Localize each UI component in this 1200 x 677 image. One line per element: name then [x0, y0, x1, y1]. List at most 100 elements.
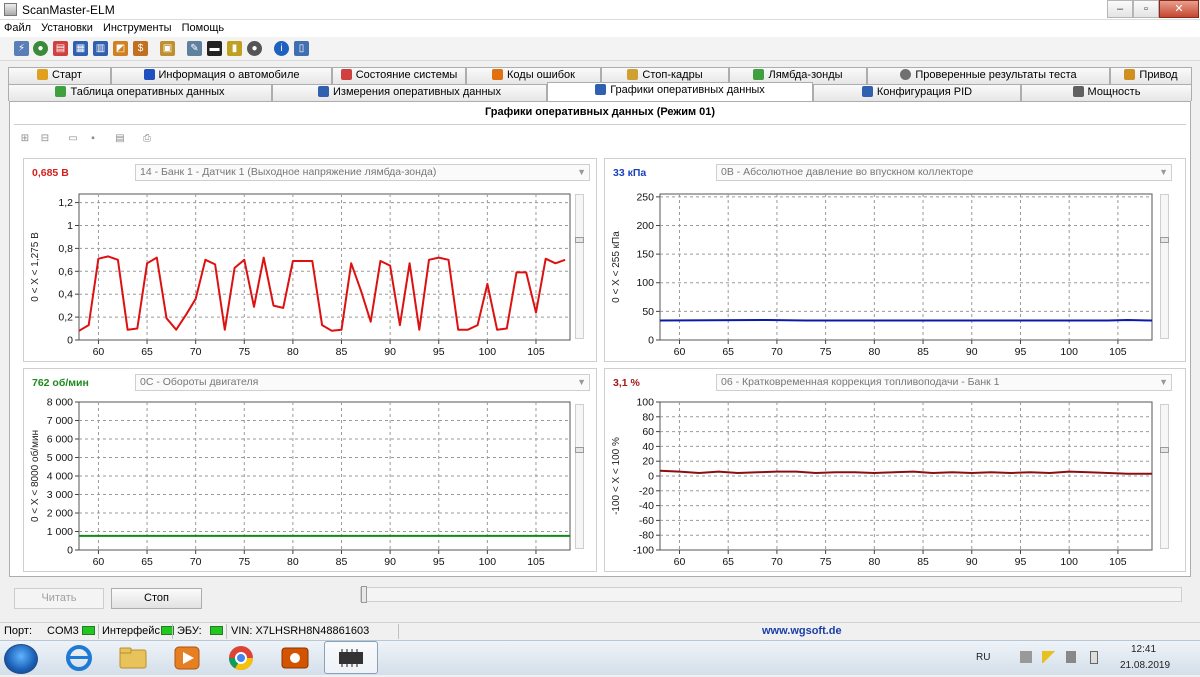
start-button[interactable]: [4, 644, 38, 674]
volume-icon[interactable]: [1066, 651, 1076, 663]
terminal-icon[interactable]: ▬: [207, 41, 222, 56]
x-tick-label: 80: [287, 346, 299, 358]
maximize-button[interactable]: ▫: [1133, 0, 1159, 18]
read-button[interactable]: Читать: [14, 588, 104, 609]
language-indicator[interactable]: RU: [976, 652, 990, 663]
ecu-status: ЭБУ:: [177, 625, 223, 637]
chart-icon[interactable]: ▥: [93, 41, 108, 56]
battery-icon[interactable]: ▮: [227, 41, 242, 56]
x-tick-label: 90: [966, 346, 978, 358]
series-line: [659, 319, 1153, 322]
plot-area: [659, 193, 1153, 341]
taskbar-explorer[interactable]: [106, 641, 160, 674]
taskbar-media[interactable]: [160, 641, 214, 674]
x-tick-label: 80: [287, 556, 299, 568]
internet-explorer-icon: [66, 645, 92, 671]
measure-icon: [318, 86, 330, 97]
tab-vehicle-info[interactable]: Информация о автомобиле: [111, 67, 332, 84]
menu-settings[interactable]: Установки: [37, 20, 96, 34]
network-icon[interactable]: [1020, 651, 1032, 663]
x-tick-label: 65: [141, 346, 153, 358]
taskbar-scanmaster[interactable]: [324, 641, 378, 674]
info-doc-icon[interactable]: ▤: [53, 41, 68, 56]
freeze-frame-icon: [627, 69, 639, 80]
x-tick-label: 70: [190, 346, 202, 358]
slider-thumb[interactable]: [575, 237, 584, 243]
folder-icon: [119, 647, 147, 669]
vertical-slider[interactable]: [575, 404, 584, 549]
range-label: 0 < X < 255 кПа: [611, 231, 622, 303]
vertical-slider[interactable]: [1160, 194, 1169, 339]
vertical-slider[interactable]: [575, 194, 584, 339]
open-icon[interactable]: ▭: [66, 132, 80, 145]
print-icon[interactable]: ⎙: [140, 132, 154, 145]
y-tick-label: 150: [636, 249, 654, 261]
chip-icon: [339, 649, 363, 667]
tab-pid-config[interactable]: Конфигурация PID: [813, 84, 1021, 101]
tab-power[interactable]: Мощность: [1021, 84, 1192, 101]
panel-title: Графики оперативных данных (Режим 01): [484, 106, 716, 118]
x-tick-label: 95: [433, 346, 445, 358]
y-tick-label: 0,4: [58, 289, 73, 301]
vertical-slider[interactable]: [1160, 404, 1169, 549]
add-graph-icon[interactable]: ⊞: [18, 132, 32, 145]
save-icon[interactable]: ▪: [86, 132, 100, 145]
menu-file[interactable]: Файл: [0, 20, 34, 34]
table-icon: [55, 86, 67, 97]
y-tick-label: -20: [639, 485, 654, 497]
about-icon[interactable]: i: [274, 41, 289, 56]
slider-thumb[interactable]: [575, 447, 584, 453]
slider-thumb[interactable]: [1160, 447, 1169, 453]
range-label: 0 < X < 8000 об/мин: [29, 430, 41, 522]
x-tick-label: 70: [771, 346, 783, 358]
y-tick-label: 200: [636, 220, 654, 232]
clock-time: 12:41: [1131, 644, 1157, 655]
menu-bar: Файл Установки Инструменты Помощь: [0, 20, 1200, 37]
connect-icon[interactable]: ⚡: [14, 41, 29, 56]
graph-plot: 8 000 7 000 6 000 5 000 4 000 3 000 2 000 1 000…: [29, 397, 571, 568]
stop-icon[interactable]: ●: [247, 41, 262, 56]
website-link[interactable]: www.wgsoft.de: [762, 625, 842, 637]
tab-live-data-graphs[interactable]: Графики оперативных данных: [547, 82, 813, 101]
horizontal-slider[interactable]: [360, 586, 1182, 603]
dollar-icon[interactable]: $: [133, 41, 148, 56]
taskbar-chrome[interactable]: [214, 641, 268, 674]
tab-live-data-table[interactable]: Таблица оперативных данных: [8, 84, 272, 101]
book-icon[interactable]: ▯: [294, 41, 309, 56]
clipboard-icon[interactable]: ▣: [160, 41, 175, 56]
info-icon: [143, 69, 155, 80]
remove-graph-icon[interactable]: ⊟: [38, 132, 52, 145]
menu-tools[interactable]: Инструменты: [99, 20, 175, 34]
flag-icon[interactable]: [1042, 651, 1056, 663]
y-tick-label: 0: [648, 335, 654, 347]
stop-button[interactable]: Стоп: [111, 588, 202, 609]
taskbar-app[interactable]: [268, 641, 322, 674]
x-tick-label: 75: [238, 556, 250, 568]
y-tick-label: 0,2: [58, 312, 73, 324]
plot-area: [78, 193, 571, 341]
y-tick-label: 2 000: [47, 508, 73, 520]
dashboard-icon[interactable]: ◩: [113, 41, 128, 56]
slider-thumb[interactable]: [361, 586, 367, 603]
taskbar-ie[interactable]: [52, 641, 106, 674]
minimize-button[interactable]: –: [1107, 0, 1133, 18]
close-button[interactable]: ✕: [1159, 0, 1199, 18]
slider-thumb[interactable]: [1160, 237, 1169, 243]
menu-help[interactable]: Помощь: [178, 20, 228, 34]
clock-date: 21.08.2019: [1120, 660, 1171, 671]
y-tick-label: 0,6: [58, 266, 73, 278]
tab-live-data-measurements[interactable]: Измерения оперативных данных: [272, 84, 547, 101]
x-tick-label: 90: [384, 346, 396, 358]
globe-icon[interactable]: ●: [33, 41, 48, 56]
table-icon[interactable]: ▦: [73, 41, 88, 56]
graph-panel-lambda: 0,685 В 14 - Банк 1 - Датчик 1 (Выходное…: [23, 158, 597, 362]
comment-icon[interactable]: ✎: [187, 41, 202, 56]
range-label: -100 < X < 100 %: [611, 437, 622, 515]
tab-drive[interactable]: Привод: [1110, 67, 1192, 84]
x-tick-label: 80: [868, 556, 880, 568]
tab-system-status[interactable]: Состояние системы: [332, 67, 466, 84]
battery-icon[interactable]: [1090, 651, 1098, 664]
print-preview-icon[interactable]: ▤: [113, 132, 127, 145]
tab-start[interactable]: Старт: [8, 67, 111, 84]
tab-test-results[interactable]: Проверенные результаты теста: [867, 67, 1110, 84]
